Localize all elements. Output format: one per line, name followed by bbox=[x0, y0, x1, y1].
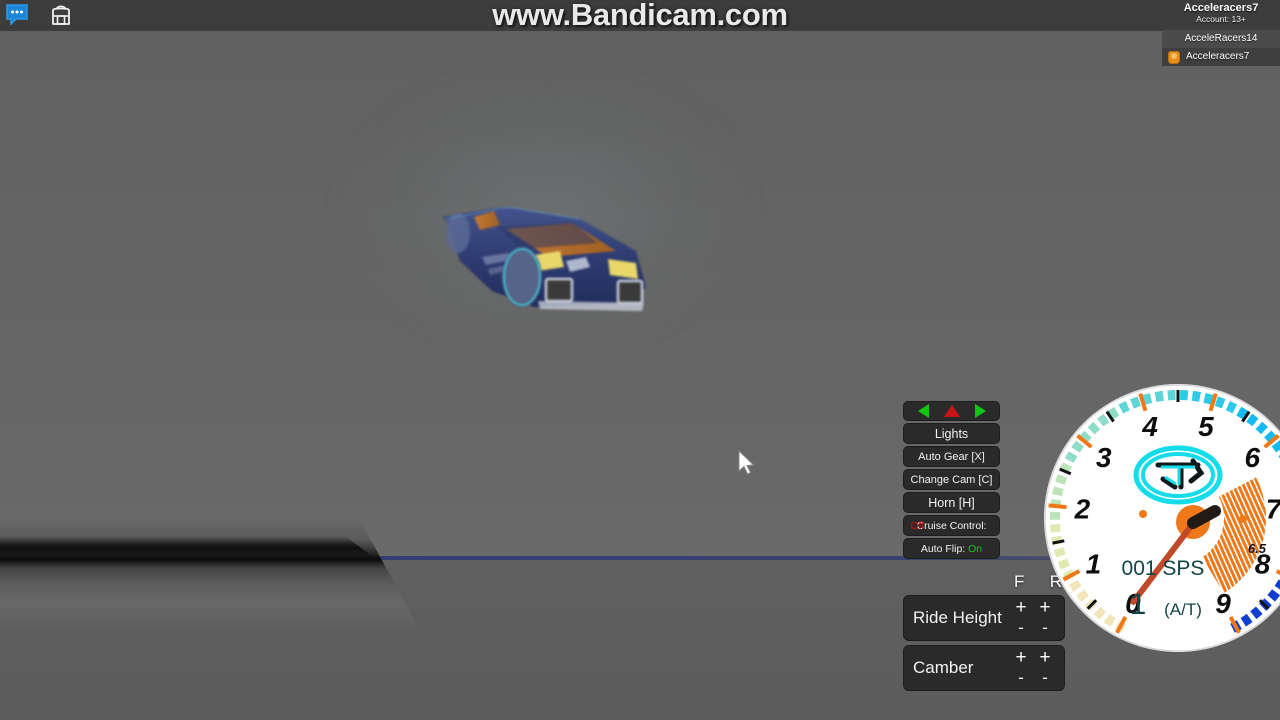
cruise-control-label: Cruise Control: bbox=[916, 520, 987, 532]
game-screen: www.Bandicam.com Acceleracers7 Account: … bbox=[0, 0, 1280, 720]
gauge-major-tick bbox=[1048, 503, 1067, 510]
ride-height-panel: Ride Height + + - - bbox=[903, 595, 1065, 641]
camber-label: Camber bbox=[913, 658, 974, 677]
gauge-tick-label: 6 bbox=[1244, 442, 1260, 473]
road-edge-shadow bbox=[0, 536, 380, 562]
triangle-left-icon[interactable] bbox=[917, 404, 929, 418]
camber-panel: Camber + + - - bbox=[903, 645, 1065, 691]
gauge-tick-label: 9 bbox=[1215, 588, 1231, 619]
gauge-ring-segment bbox=[1167, 390, 1176, 401]
horn-button[interactable]: Horn [H] bbox=[903, 492, 1000, 513]
camber-front-increase[interactable]: + bbox=[1010, 648, 1032, 669]
list-item[interactable]: Acceleracers7 bbox=[1162, 48, 1280, 66]
player-list-label: Acceleracers7 bbox=[1186, 51, 1250, 62]
auto-flip-value: On bbox=[968, 543, 983, 555]
player-name: Acceleracers7 bbox=[1183, 2, 1259, 14]
vehicle-controls: Lights Auto Gear [X] Change Cam [C] Horn… bbox=[903, 401, 1003, 561]
gauge-tick-label: 4 bbox=[1141, 411, 1158, 442]
camber-front-decrease[interactable]: - bbox=[1010, 668, 1032, 689]
player-list-label: AcceleRacers14 bbox=[1184, 33, 1258, 44]
change-cam-button[interactable]: Change Cam [C] bbox=[903, 469, 1000, 490]
gauge-gear-value: 1 bbox=[1130, 588, 1147, 621]
gauge-speed-text: 001 SPS bbox=[1122, 557, 1205, 580]
tachometer-gauge: 0123456789 6.5 001 SPS 1 (A/T) bbox=[1044, 384, 1280, 652]
gauge-tick-label: 2 bbox=[1074, 494, 1091, 525]
gauge-tick-label: 7 bbox=[1266, 494, 1280, 525]
bandicam-watermark: www.Bandicam.com bbox=[492, 0, 788, 32]
camber-rear-decrease[interactable]: - bbox=[1034, 668, 1056, 689]
rank-badge-icon bbox=[1168, 51, 1180, 64]
race-car bbox=[442, 206, 646, 311]
ride-height-front-decrease[interactable]: - bbox=[1010, 618, 1032, 639]
ride-height-front-increase[interactable]: + bbox=[1010, 598, 1032, 619]
gauge-marker-dot bbox=[1239, 515, 1247, 523]
gauge-transmission-mode: (A/T) bbox=[1164, 600, 1202, 619]
triangle-up-icon[interactable] bbox=[943, 405, 960, 417]
gauge-tick-label: 5 bbox=[1198, 411, 1214, 442]
gauge-redline-label: 6.5 bbox=[1248, 541, 1267, 556]
gauge-ring-segment bbox=[1050, 511, 1061, 520]
ride-height-label: Ride Height bbox=[913, 608, 1002, 627]
gauge-ring-segment bbox=[1179, 390, 1189, 401]
cruise-control-value: Off bbox=[910, 520, 925, 532]
player-list: AcceleRacers14 Acceleracers7 bbox=[1162, 30, 1280, 66]
player-account-label: Account: 13+ bbox=[1196, 14, 1246, 24]
tuning-column-front: F bbox=[1014, 572, 1025, 591]
gauge-tick-label: 3 bbox=[1096, 442, 1112, 473]
cruise-control-button[interactable]: Cruise Control: Off bbox=[903, 515, 1000, 536]
auto-flip-label: Auto Flip: bbox=[920, 543, 969, 555]
camber-steppers: + + - - bbox=[1010, 648, 1058, 690]
player-panel: Acceleracers7 Account: 13+ AcceleRacers1… bbox=[1162, 2, 1280, 66]
gauge-ring-segment bbox=[1050, 524, 1061, 533]
list-item[interactable]: AcceleRacers14 bbox=[1162, 30, 1280, 48]
gauge-marker-dot bbox=[1139, 510, 1147, 518]
auto-gear-button[interactable]: Auto Gear [X] bbox=[903, 446, 1000, 467]
lights-button[interactable]: Lights bbox=[903, 423, 1000, 444]
nav-arrows-row bbox=[903, 401, 1000, 421]
mouse-pointer-icon bbox=[738, 450, 755, 475]
gauge-tick-label: 1 bbox=[1086, 548, 1102, 579]
auto-flip-button[interactable]: Auto Flip: On bbox=[903, 538, 1000, 559]
triangle-right-icon[interactable] bbox=[974, 404, 986, 418]
